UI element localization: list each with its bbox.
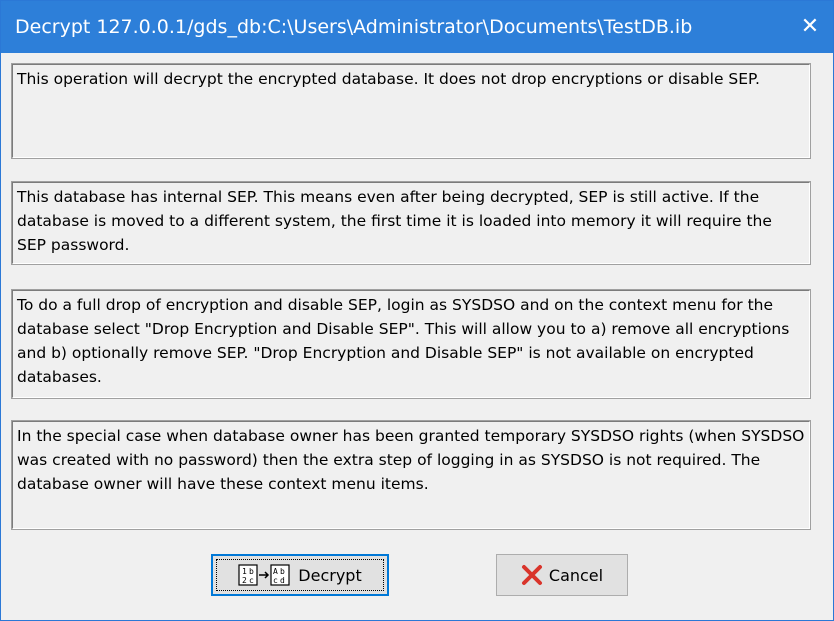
focus-rectangle xyxy=(216,559,384,591)
message-box-2: This database has internal SEP. This mea… xyxy=(11,181,811,265)
decrypt-dialog: Decrypt 127.0.0.1/gds_db:C:\Users\Admini… xyxy=(0,0,834,621)
cancel-button-label: Cancel xyxy=(548,565,604,585)
title-bar[interactable]: Decrypt 127.0.0.1/gds_db:C:\Users\Admini… xyxy=(1,1,833,53)
close-icon[interactable]: ✕ xyxy=(787,1,833,53)
message-box-3: To do a full drop of encryption and disa… xyxy=(11,289,811,399)
cancel-button[interactable]: Cancel xyxy=(496,554,628,596)
message-box-4: In the special case when database owner … xyxy=(11,420,811,530)
red-x-icon xyxy=(521,564,543,586)
window-title: Decrypt 127.0.0.1/gds_db:C:\Users\Admini… xyxy=(15,16,693,38)
message-box-1: This operation will decrypt the encrypte… xyxy=(11,63,811,159)
decrypt-button[interactable]: 1 b 2 c A b c d Decrypt xyxy=(211,554,389,596)
